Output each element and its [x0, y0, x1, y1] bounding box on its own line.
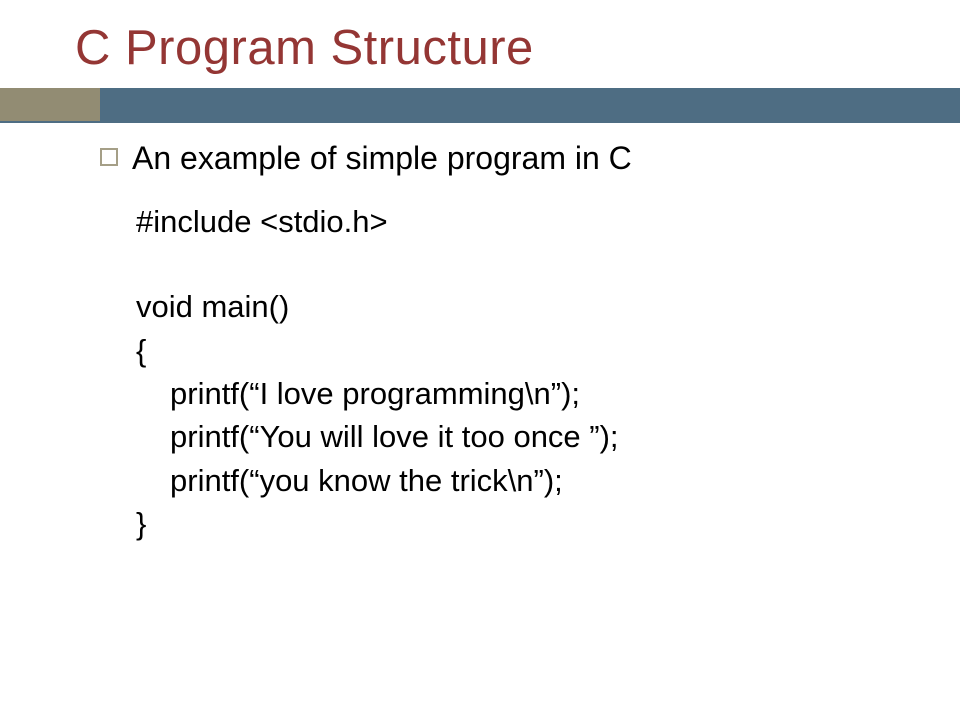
code-line: void main() [136, 285, 900, 328]
slide-title: C Program Structure [75, 20, 534, 76]
code-line: printf(“I love programming\n”); [136, 372, 900, 415]
code-line: } [136, 502, 900, 545]
code-line: { [136, 329, 900, 372]
content-area: An example of simple program in C #inclu… [100, 138, 900, 546]
code-line: printf(“you know the trick\n”); [136, 459, 900, 502]
bar-bottom-line [0, 121, 960, 123]
bar-accent [0, 88, 100, 123]
code-block: #include <stdio.h> void main() { printf(… [136, 200, 900, 546]
bar-fill [100, 90, 960, 121]
decorative-bar [0, 88, 960, 123]
bullet-icon [100, 148, 118, 166]
code-line: printf(“You will love it too once ”); [136, 415, 900, 458]
bullet-text: An example of simple program in C [132, 138, 632, 178]
slide: C Program Structure An example of simple… [0, 0, 960, 720]
bullet-item: An example of simple program in C [100, 138, 900, 178]
blank-line [136, 243, 900, 285]
code-line: #include <stdio.h> [136, 200, 900, 243]
